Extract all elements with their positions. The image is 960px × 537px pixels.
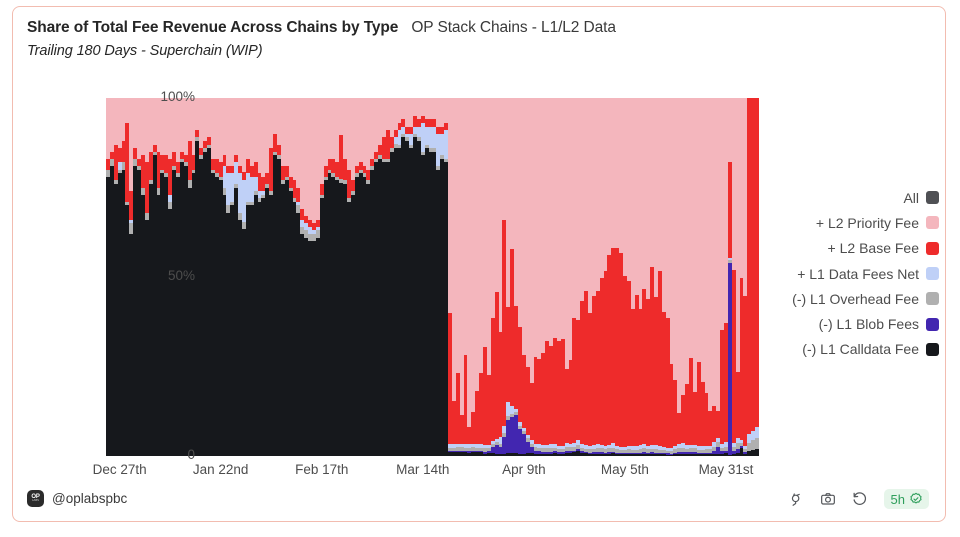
legend-color-swatch [926, 191, 939, 205]
legend-item-label: (-) L1 Overhead Fee [792, 290, 919, 307]
handle-label: @oplabspbc [52, 491, 128, 506]
x-axis-tick-label: Jan 22nd [192, 462, 249, 477]
x-axis-tick-label: Dec 27th [92, 462, 147, 477]
x-axis-tick-label: May 5th [600, 462, 649, 477]
legend-item-label: All [903, 189, 919, 206]
x-axis-tick-label: Feb 17th [295, 462, 349, 477]
legend-item[interactable]: + L2 Base Fee [769, 236, 939, 261]
legend-item[interactable]: All [769, 185, 939, 210]
legend-color-swatch [926, 241, 939, 255]
y-axis-tick-label: 100% [160, 89, 195, 104]
legend-item[interactable]: (-) L1 Overhead Fee [769, 286, 939, 311]
x-axis-tick-label: Apr 9th [502, 462, 546, 477]
chart-legend: All + L2 Priority Fee + L2 Base Fee + L1 Da… [769, 185, 939, 362]
legend-item[interactable]: (-) L1 Calldata Fee [769, 337, 939, 362]
legend-item[interactable]: + L1 Data Fees Net [769, 261, 939, 286]
legend-item-label: (-) L1 Calldata Fee [802, 341, 919, 358]
legend-color-swatch [926, 342, 939, 356]
plug-icon[interactable] [788, 491, 805, 508]
legend-item[interactable]: (-) L1 Blob Fees [769, 311, 939, 336]
op-logo-bottom-text: LABS [32, 499, 39, 503]
legend-color-swatch [926, 317, 939, 331]
freshness-label: 5h [890, 491, 905, 507]
legend-color-swatch [926, 216, 939, 230]
legend-item-label: + L2 Priority Fee [815, 214, 919, 231]
y-axis-tick-label: 0 [187, 447, 195, 462]
op-labs-logo-icon: OP LABS [27, 490, 44, 507]
bar-segment [755, 98, 759, 428]
verified-check-icon [909, 492, 923, 506]
legend-color-swatch [926, 292, 939, 306]
stacked-bar-plot[interactable] [106, 98, 759, 456]
footer-actions: 5h [788, 489, 929, 509]
chart-bar[interactable] [755, 98, 759, 456]
bar-segment [755, 427, 759, 439]
y-axis-tick-label: 50% [167, 268, 195, 283]
legend-item-label: + L2 Base Fee [827, 240, 919, 257]
legend-color-swatch [926, 267, 939, 281]
legend-item[interactable]: + L2 Priority Fee [769, 210, 939, 235]
data-freshness-badge[interactable]: 5h [883, 489, 929, 509]
bar-segment [755, 449, 759, 456]
legend-item-label: (-) L1 Blob Fees [818, 316, 919, 333]
x-axis-tick-label: May 31st [698, 462, 754, 477]
refresh-icon[interactable] [852, 491, 869, 508]
legend-item-label: + L1 Data Fees Net [797, 265, 919, 282]
chart-card: Share of Total Fee Revenue Across Chains… [12, 6, 946, 522]
x-axis-tick-label: Mar 14th [396, 462, 450, 477]
bar-segment [755, 438, 759, 450]
camera-icon[interactable] [820, 491, 837, 508]
footer-attribution: OP LABS @oplabspbc [27, 490, 127, 507]
